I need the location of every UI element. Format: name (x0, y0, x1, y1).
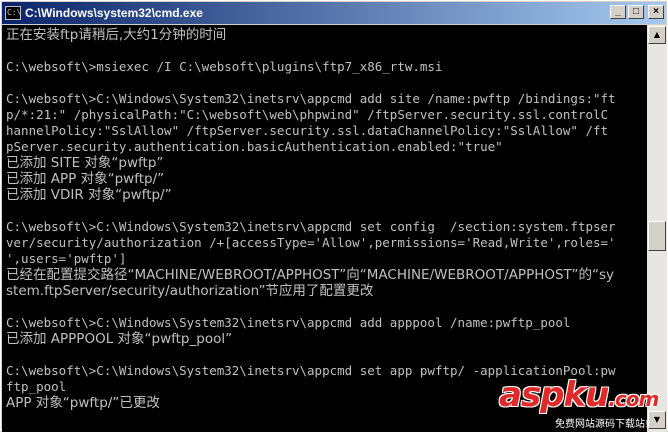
scroll-up-button[interactable]: ▲ (648, 26, 666, 44)
console-line: C:\websoft\>msiexec /I C:\websoft\plugin… (6, 59, 443, 74)
cmd-window: C:\ C:\Windows\system32\cmd.exe _ □ × 正在… (0, 0, 668, 432)
console-line: 已添加 APPPOOL 对象“pwftp_pool” (6, 331, 233, 347)
close-button[interactable]: × (648, 5, 664, 19)
watermark-tagline: 免费网站源码下载站! (555, 419, 650, 430)
minimize-button[interactable]: _ (610, 5, 626, 19)
watermark-logo: aspku.com 免费网站源码下载站! (499, 375, 667, 432)
console-output[interactable]: 正在安装ftp请稍后,大约1分钟的时间 C:\websoft\>msiexec /… (2, 25, 647, 432)
vertical-scrollbar[interactable]: ▲ ▼ (647, 25, 667, 432)
console-line: ver/security/authorization /+[accessType… (6, 235, 616, 250)
scroll-thumb[interactable] (648, 221, 666, 251)
console-line: C:\websoft\>C:\Windows\System32\inetsrv\… (6, 91, 616, 106)
cmd-icon[interactable]: C:\ (5, 6, 21, 20)
console-line: ',users='pwftp'] (6, 251, 127, 266)
title-bar[interactable]: C:\ C:\Windows\system32\cmd.exe _ □ × (2, 2, 666, 24)
console-line: p/*:21:" /physicalPath:"C:\websoft\web\p… (6, 107, 609, 122)
console-line: 正在安装ftp请稍后,大约1分钟的时间 (6, 27, 227, 43)
console-line: C:\websoft\>C:\Windows\System32\inetsrv\… (6, 315, 571, 330)
console-line: 已添加 SITE 对象“pwftp” (6, 155, 164, 171)
console-line: 已添加 VDIR 对象“pwftp/” (6, 187, 172, 203)
console-line: stem.ftpServer/security/authorization”节应… (6, 283, 374, 299)
console-line: pServer.security.authentication.basicAut… (6, 139, 503, 154)
console-line: C:\websoft\>C:\Windows\System32\inetsrv\… (6, 219, 616, 234)
maximize-button[interactable]: □ (628, 5, 644, 19)
window-controls: _ □ × (610, 5, 664, 19)
watermark-brand: aspku.com (499, 375, 659, 415)
window-title: C:\Windows\system32\cmd.exe (25, 6, 203, 20)
console-line: hannelPolicy:"SslAllow" /ftpServer.secur… (6, 123, 609, 138)
console-line: APP 对象“pwftp/”已更改 (6, 395, 160, 411)
console-line: 已经在配置提交路径“MACHINE/WEBROOT/APPHOST”向“MACH… (6, 267, 615, 283)
console-line: 已添加 APP 对象“pwftp/” (6, 171, 165, 187)
console-line: ftp_pool (6, 379, 67, 394)
